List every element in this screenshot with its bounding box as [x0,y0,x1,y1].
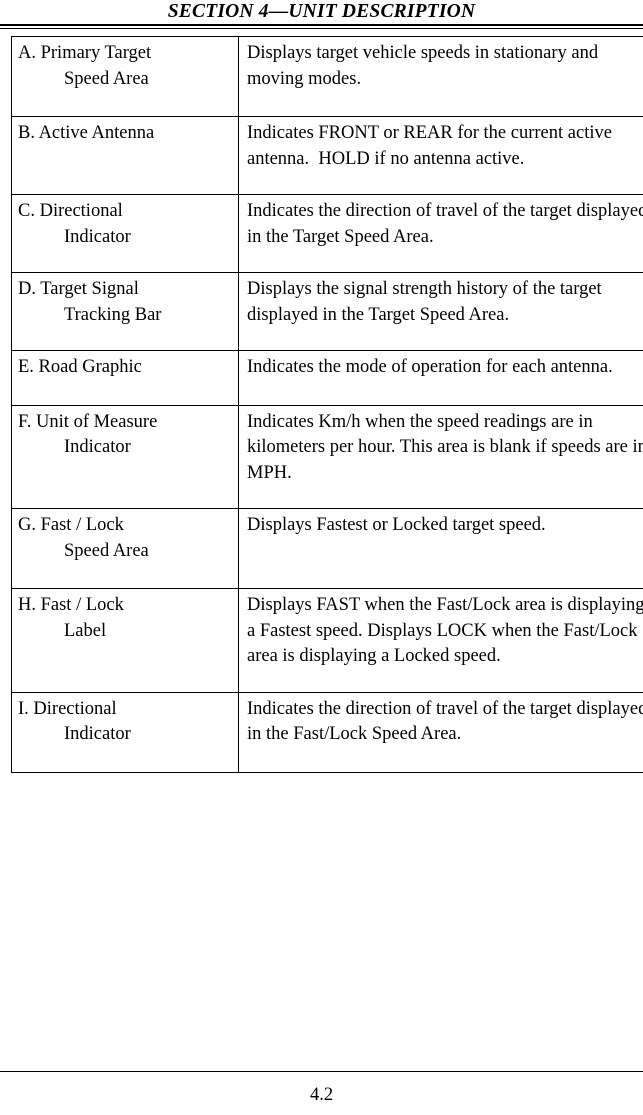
table-cell-description: Displays FAST when the Fast/Lock area is… [238,588,643,693]
table-cell-description: Indicates the direction of travel of the… [238,691,643,773]
table-cell-description: Displays the signal strength history of … [238,272,643,351]
component-label: E. Road Graphic [18,357,142,377]
component-label: B. Active Antenna [18,123,155,143]
table-cell-label: F. Unit of Measure Indicator [11,404,239,509]
component-label: G. Fast / Lock Speed Area [18,515,149,561]
table-cell-description: Displays target vehicle speeds in statio… [238,36,643,117]
table-row: I. Directional Indicator Indicates the d… [11,691,643,773]
component-label: C. Directional Indicator [18,201,131,247]
running-header: SECTION 4—UNIT DESCRIPTION [0,0,643,29]
component-label: A. Primary Target Speed Area [18,43,152,89]
page-title: SECTION 4—UNIT DESCRIPTION [167,1,476,22]
component-description: Indicates FRONT or REAR for the current … [247,123,617,169]
table-cell-label: G. Fast / Lock Speed Area [11,508,239,589]
component-description: Indicates the mode of operation for each… [247,357,613,377]
table-row: D. Target Signal Tracking Bar Displays t… [11,272,643,351]
table-row: G. Fast / Lock Speed Area Displays Faste… [11,508,643,589]
table-cell-label: E. Road Graphic [11,350,239,406]
table-body: A. Primary Target Speed Area Displays ta… [11,36,643,773]
document-page: SECTION 4—UNIT DESCRIPTION A. Primary Ta… [0,0,643,1115]
component-label: D. Target Signal Tracking Bar [18,279,162,325]
running-footer: 4.2 [0,1071,643,1115]
table-cell-label: C. Directional Indicator [11,194,239,273]
table-cell-label: A. Primary Target Speed Area [11,36,239,117]
component-label: I. Directional Indicator [18,698,131,745]
component-description: Indicates Km/h when the speed readings a… [247,411,643,483]
component-description: Displays target vehicle speeds in statio… [247,43,603,89]
table-cell-description: Indicates Km/h when the speed readings a… [238,404,643,509]
table-row: H. Fast / Lock Label Displays FAST when … [11,588,643,693]
page-number: 4.2 [309,1085,334,1105]
table-row: C. Directional Indicator Indicates the d… [11,194,643,273]
component-label: H. Fast / Lock Label [18,595,124,641]
footer-rule [0,1071,643,1072]
table-cell-label: I. Directional Indicator [11,691,239,773]
unit-description-table: A. Primary Target Speed Area Displays ta… [11,36,643,773]
component-description: Displays Fastest or Locked target speed. [247,515,546,535]
table-cell-label: B. Active Antenna [11,116,239,195]
table-row: A. Primary Target Speed Area Displays ta… [11,36,643,117]
table-cell-description: Indicates the direction of travel of the… [238,194,643,273]
component-description: Indicates the direction of travel of the… [247,698,643,745]
table-row: B. Active Antenna Indicates FRONT or REA… [11,116,643,195]
component-description: Indicates the direction of travel of the… [247,201,643,247]
component-label: F. Unit of Measure Indicator [18,411,158,458]
table-cell-label: H. Fast / Lock Label [11,588,239,693]
table-row: E. Road Graphic Indicates the mode of op… [11,350,643,406]
table-row: F. Unit of Measure Indicator Indicates K… [11,404,643,509]
table-cell-description: Indicates FRONT or REAR for the current … [238,116,643,195]
component-description: Displays FAST when the Fast/Lock area is… [247,595,643,666]
component-description: Displays the signal strength history of … [247,279,607,325]
table-cell-description: Indicates the mode of operation for each… [238,350,643,406]
table-cell-label: D. Target Signal Tracking Bar [11,272,239,351]
header-rule-thin [0,28,643,29]
table-cell-description: Displays Fastest or Locked target speed. [238,508,643,589]
